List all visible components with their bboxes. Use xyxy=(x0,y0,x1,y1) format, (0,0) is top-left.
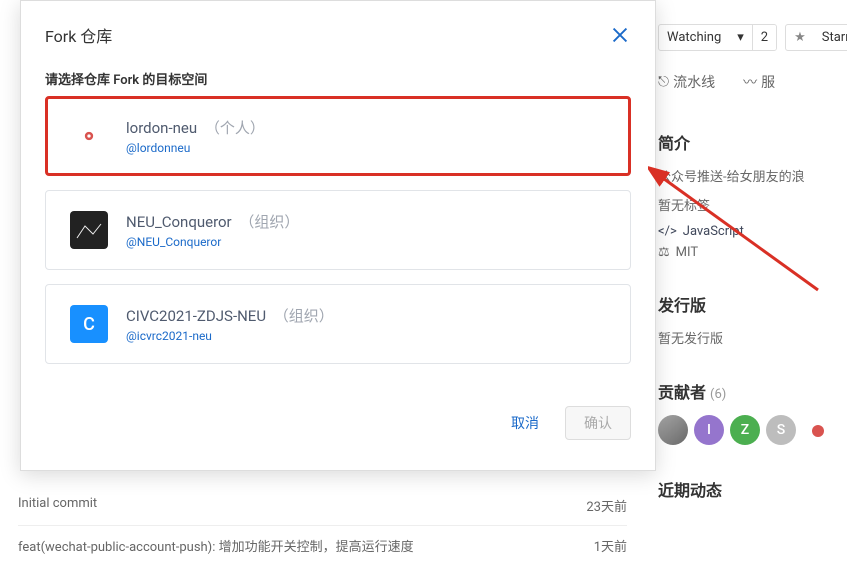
license-row: ⚖ MIT xyxy=(658,245,839,260)
option-name: CIVC2021-ZDJS-NEU xyxy=(126,307,266,325)
repo-nav: ⎋ 流水线 〰 服 xyxy=(658,72,847,92)
nav-service[interactable]: 〰 服 xyxy=(743,72,775,92)
license-label: MIT xyxy=(676,245,698,260)
option-handle: @lordonneu xyxy=(126,141,265,155)
release-text: 暂无发行版 xyxy=(658,328,839,347)
option-type: （组织） xyxy=(239,213,299,231)
star-icon: ★ xyxy=(786,25,814,50)
commit-time: 1天前 xyxy=(594,536,627,555)
pipeline-icon: ⎋ xyxy=(658,74,669,90)
recent-heading: 近期动态 xyxy=(658,477,839,501)
fork-target-option-org[interactable]: C CIVC2021-ZDJS-NEU （组织） @icvrc2021-neu xyxy=(45,284,631,364)
option-handle: @icvrc2021-neu xyxy=(126,329,334,343)
contributors-avatars: I Z S xyxy=(658,415,839,445)
confirm-button[interactable]: 确认 xyxy=(565,406,631,440)
commit-list: Initial commit 23天前 feat(wechat-public-a… xyxy=(18,486,627,565)
modal-title: Fork 仓库 xyxy=(45,23,112,47)
code-icon: </> xyxy=(658,224,677,239)
nav-pipeline-label: 流水线 xyxy=(673,72,715,92)
sidebar: 简介 公众号推送-给女朋友的浪 暂无标签 </> JavaScript ⚖ MI… xyxy=(658,130,839,533)
avatar[interactable]: S xyxy=(766,415,796,445)
watching-count: 2 xyxy=(752,25,776,50)
release-heading: 发行版 xyxy=(658,292,839,316)
contributors-count: (6) xyxy=(710,387,726,402)
fork-target-option-personal[interactable]: lordon-neu （个人） @lordonneu xyxy=(45,96,631,176)
balance-icon: ⚖ xyxy=(658,245,670,260)
option-name: NEU_Conqueror xyxy=(126,213,232,231)
option-type: （组织） xyxy=(274,307,334,325)
commit-message: feat(wechat-public-account-push): 增加功能开关… xyxy=(18,536,414,555)
close-icon[interactable] xyxy=(609,24,631,46)
language-row: </> JavaScript xyxy=(658,224,839,239)
avatar[interactable]: I xyxy=(694,415,724,445)
repo-action-buttons: Watching ▾ 2 ★ Starred 1 xyxy=(658,24,847,51)
avatar[interactable] xyxy=(658,415,688,445)
avatar xyxy=(70,211,108,249)
modal-subhead: 请选择仓库 Fork 的目标空间 xyxy=(45,69,631,88)
commit-time: 23天前 xyxy=(586,496,627,515)
language-label: JavaScript xyxy=(683,224,744,239)
commit-message: Initial commit xyxy=(18,496,97,515)
avatar-more[interactable] xyxy=(812,425,824,437)
option-handle: @NEU_Conqueror xyxy=(126,235,299,249)
commit-row[interactable]: Initial commit 23天前 xyxy=(18,486,627,525)
avatar: C xyxy=(70,305,108,343)
commit-row[interactable]: feat(wechat-public-account-push): 增加功能开关… xyxy=(18,525,627,565)
starred-label: Starred xyxy=(814,25,847,50)
avatar xyxy=(70,117,108,155)
watching-label: Watching xyxy=(659,25,729,50)
cancel-button[interactable]: 取消 xyxy=(501,406,549,440)
avatar[interactable]: Z xyxy=(730,415,760,445)
option-type: （个人） xyxy=(205,119,265,137)
fork-target-option-org[interactable]: NEU_Conqueror （组织） @NEU_Conqueror xyxy=(45,190,631,270)
no-tag-label: 暂无标签 xyxy=(658,195,839,214)
starred-button[interactable]: ★ Starred 1 xyxy=(785,24,847,51)
contributors-heading: 贡献者 (6) xyxy=(658,379,839,403)
nav-service-label: 服 xyxy=(761,72,775,92)
option-name: lordon-neu xyxy=(126,119,197,137)
watching-button[interactable]: Watching ▾ 2 xyxy=(658,24,777,51)
intro-text: 公众号推送-给女朋友的浪 xyxy=(658,166,839,185)
chevron-down-icon: ▾ xyxy=(729,25,752,50)
nav-pipeline[interactable]: ⎋ 流水线 xyxy=(658,72,715,92)
intro-heading: 简介 xyxy=(658,130,839,154)
activity-icon: 〰 xyxy=(743,72,757,92)
fork-modal: Fork 仓库 请选择仓库 Fork 的目标空间 lordon-neu （个人）… xyxy=(20,0,656,471)
